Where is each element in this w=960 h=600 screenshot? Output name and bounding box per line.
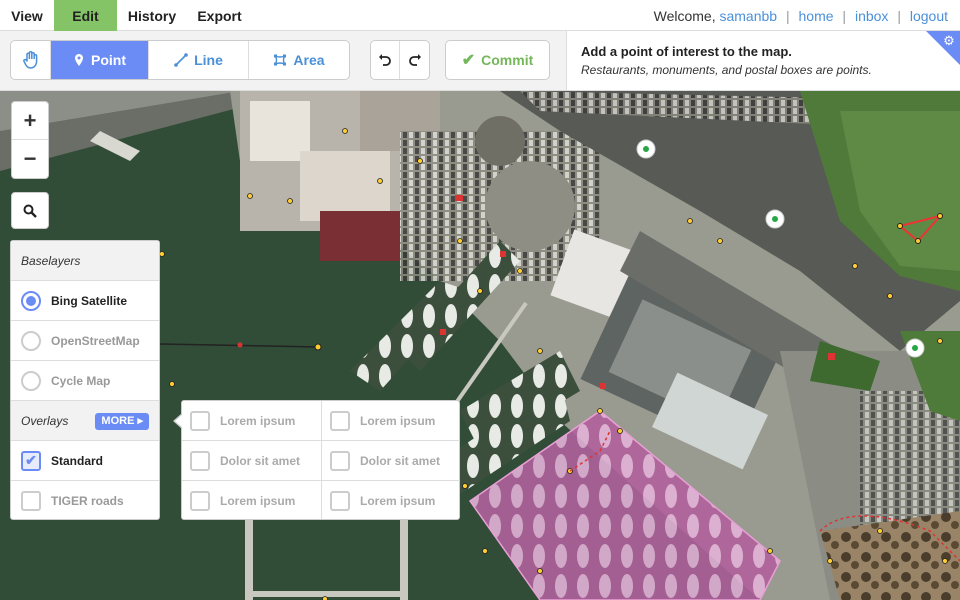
edit-toolbar: Point Line Area ✔ Commit (0, 31, 566, 91)
commit-button[interactable]: ✔ Commit (446, 41, 549, 79)
overlay-option[interactable]: Lorem ipsum (182, 481, 321, 521)
overlay-option-label: Lorem ipsum (220, 413, 296, 428)
pin-icon (75, 54, 83, 66)
zoom-in-button[interactable]: + (12, 102, 48, 140)
checkbox-unchecked[interactable] (330, 410, 350, 431)
overlays-heading: Overlays MORE ▸ (11, 401, 159, 441)
overlay-tiger-roads[interactable]: TIGER roads (11, 481, 159, 521)
undo-button[interactable] (371, 41, 400, 79)
separator: | (842, 8, 847, 24)
point-mode-button[interactable]: Point (51, 41, 149, 79)
area-label: Area (293, 52, 325, 68)
info-title: Add a point of interest to the map. (581, 44, 792, 59)
commit-group: ✔ Commit (445, 40, 550, 80)
username-link[interactable]: samanbb (719, 8, 777, 24)
checkbox-unchecked[interactable] (190, 450, 210, 471)
baselayer-openstreetmap[interactable]: OpenStreetMap (11, 321, 159, 361)
more-overlays-popup: Lorem ipsum Dolor sit amet Lorem ipsum L… (173, 400, 460, 520)
point-label: Point (91, 52, 126, 68)
browse-mode-button[interactable] (11, 41, 51, 79)
line-mode-button[interactable]: Line (149, 41, 249, 79)
baselayers-heading: Baselayers (11, 241, 159, 281)
tab-export[interactable]: Export (187, 0, 252, 31)
overlay-label: TIGER roads (51, 494, 124, 508)
radio-selected[interactable] (21, 290, 41, 311)
overlay-option-label: Lorem ipsum (360, 494, 436, 508)
user-area: Welcome, samanbb | home | inbox | logout (654, 0, 948, 31)
overlay-option[interactable]: Lorem ipsum (182, 401, 321, 441)
area-icon (274, 54, 287, 66)
mode-buttons: Point Line Area (10, 40, 350, 80)
check-icon: ✔ (461, 52, 476, 69)
poi-marker[interactable] (905, 338, 925, 358)
overlay-column: Lorem ipsum Dolor sit amet Lorem ipsum (182, 401, 321, 519)
checkbox-unchecked[interactable] (21, 491, 41, 511)
more-label: MORE (101, 415, 135, 427)
tab-history[interactable]: History (117, 0, 187, 31)
overlay-option[interactable]: Lorem ipsum (322, 481, 460, 521)
geolocate-search-button[interactable] (11, 192, 49, 229)
inbox-link[interactable]: inbox (855, 8, 888, 24)
checkbox-checked[interactable]: ✔ (21, 450, 41, 471)
poi-marker[interactable] (765, 209, 785, 229)
overlay-option[interactable]: Dolor sit amet (322, 441, 460, 481)
layers-panel: Baselayers Bing Satellite OpenStreetMap … (10, 240, 160, 520)
baselayers-heading-label: Baselayers (21, 254, 81, 268)
zoom-out-button[interactable]: − (12, 140, 48, 178)
overlay-option-label: Dolor sit amet (360, 453, 441, 468)
radio-unselected[interactable] (21, 370, 41, 391)
separator: | (897, 8, 901, 24)
baselayer-label: Cycle Map (51, 373, 111, 388)
baselayer-label: Bing Satellite (51, 293, 128, 308)
baselayer-label: OpenStreetMap (51, 333, 140, 348)
poi-marker[interactable] (636, 139, 656, 159)
more-overlays-button[interactable]: MORE ▸ (95, 413, 149, 430)
overlay-option[interactable]: Lorem ipsum (322, 401, 460, 441)
welcome-text: Welcome, (653, 8, 716, 24)
checkbox-unchecked[interactable] (190, 491, 210, 511)
redo-icon (408, 54, 421, 66)
baselayer-cycle-map[interactable]: Cycle Map (11, 361, 159, 401)
checkbox-unchecked[interactable] (190, 410, 210, 431)
top-nav: View Edit History Export Welcome, samanb… (0, 0, 960, 31)
overlay-standard[interactable]: ✔ Standard (11, 441, 159, 481)
commit-label: Commit (481, 52, 534, 68)
hand-icon (22, 51, 37, 69)
radio-unselected[interactable] (21, 330, 41, 351)
tab-view[interactable]: View (0, 0, 54, 31)
checkbox-unchecked[interactable] (330, 491, 350, 511)
zoom-controls: + − (11, 101, 49, 179)
separator: | (785, 8, 790, 24)
history-buttons (370, 40, 430, 80)
info-panel: Add a point of interest to the map. Rest… (566, 31, 960, 91)
home-link[interactable]: home (799, 8, 834, 24)
overlay-option-label: Dolor sit amet (220, 453, 301, 468)
search-icon (23, 204, 37, 218)
overlay-column: Lorem ipsum Dolor sit amet Lorem ipsum (321, 401, 460, 519)
overlay-option-label: Lorem ipsum (360, 413, 436, 428)
overlay-option-label: Lorem ipsum (220, 494, 296, 508)
area-mode-button[interactable]: Area (249, 41, 349, 79)
baselayer-bing-satellite[interactable]: Bing Satellite (11, 281, 159, 321)
info-description: Restaurants, monuments, and postal boxes… (581, 63, 872, 77)
overlay-label: Standard (51, 453, 104, 468)
play-icon: ▸ (137, 415, 143, 427)
gear-icon[interactable]: ⚙ (942, 34, 956, 48)
overlay-option[interactable]: Dolor sit amet (182, 441, 321, 481)
logout-link[interactable]: logout (910, 8, 948, 24)
checkbox-unchecked[interactable] (330, 450, 350, 471)
overlays-heading-label: Overlays (21, 414, 69, 428)
redo-button[interactable] (400, 41, 429, 79)
line-icon (174, 53, 188, 67)
line-label: Line (194, 52, 223, 68)
undo-icon (379, 54, 391, 66)
tab-edit[interactable]: Edit (54, 0, 117, 31)
